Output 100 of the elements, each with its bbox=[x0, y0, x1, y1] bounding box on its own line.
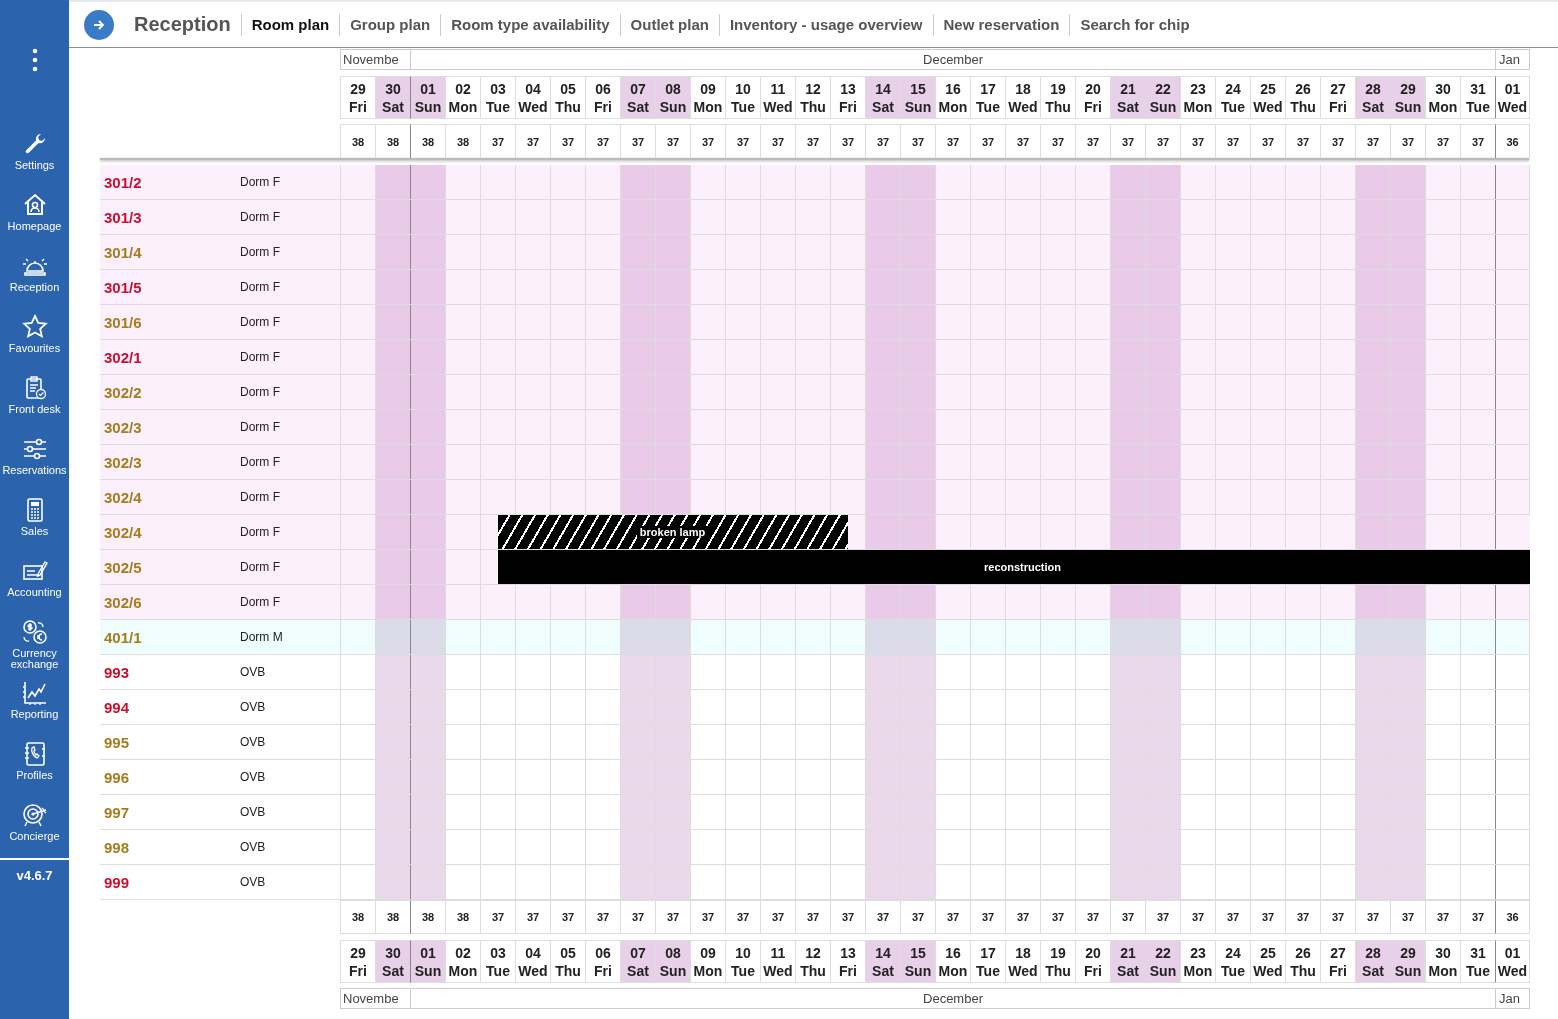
room-type: OVB bbox=[240, 735, 266, 749]
menu-icon[interactable] bbox=[31, 48, 38, 72]
sidebar-item[interactable]: Sales bbox=[1, 526, 68, 537]
sidebar-item[interactable]: Favourites bbox=[1, 343, 68, 354]
sidebar-item[interactable]: Settings bbox=[1, 160, 68, 171]
sidebar-item[interactable]: Reporting bbox=[1, 709, 68, 720]
day-header: 21 Sat bbox=[1110, 76, 1145, 119]
day-header: 15 Sun bbox=[900, 76, 935, 119]
room-number[interactable]: 302/3 bbox=[100, 453, 240, 471]
day-header: 17 Tue bbox=[970, 940, 1005, 983]
chart-icon[interactable] bbox=[20, 679, 49, 707]
room-type: Dorm F bbox=[240, 420, 280, 434]
day-header: 23 Mon bbox=[1180, 940, 1215, 983]
day-header: 11 Wed bbox=[760, 76, 795, 119]
availability-count: 37 bbox=[1075, 900, 1110, 934]
availability-count: 37 bbox=[795, 900, 830, 934]
nav-tab[interactable]: Search for chip bbox=[1070, 16, 1200, 33]
sidebar-item[interactable]: Currency exchange bbox=[1, 648, 68, 670]
availability-count: 38 bbox=[445, 900, 480, 934]
nav-tab[interactable]: Outlet plan bbox=[620, 16, 719, 33]
sidebar-item[interactable]: Profiles bbox=[1, 770, 68, 781]
room-number[interactable]: 997 bbox=[100, 803, 240, 821]
room-number[interactable]: 301/3 bbox=[100, 208, 240, 226]
sidebar-item[interactable]: Front desk bbox=[1, 404, 68, 415]
day-header: 02 Mon bbox=[445, 940, 480, 983]
sidebar-item[interactable]: Reservations bbox=[1, 465, 68, 476]
room-type: OVB bbox=[240, 875, 266, 889]
availability-count: 38 bbox=[340, 900, 375, 934]
nav-tab[interactable]: Room plan bbox=[241, 16, 340, 33]
target-icon[interactable] bbox=[20, 801, 49, 829]
room-number[interactable]: 302/4 bbox=[100, 523, 240, 541]
nav-tab[interactable]: Room type availability bbox=[441, 16, 620, 33]
star-icon[interactable] bbox=[20, 313, 49, 341]
sidebar-item[interactable]: Homepage bbox=[1, 221, 68, 232]
room-type: OVB bbox=[240, 665, 266, 679]
room-number[interactable]: 302/1 bbox=[100, 348, 240, 366]
day-header: 15 Sun bbox=[900, 940, 935, 983]
version-label: v4.6.7 bbox=[16, 868, 53, 883]
day-header: 11 Wed bbox=[760, 940, 795, 983]
day-header: 05 Thu bbox=[550, 76, 585, 119]
day-header: 18 Wed bbox=[1005, 76, 1040, 119]
month-header: Jan bbox=[1495, 988, 1530, 1009]
room-type: Dorm F bbox=[240, 385, 280, 399]
availability-count: 37 bbox=[585, 900, 620, 934]
room-type: Dorm F bbox=[240, 490, 280, 504]
sidebar-item[interactable]: Reception bbox=[1, 282, 68, 293]
nav-tab[interactable]: Group plan bbox=[340, 16, 441, 33]
availability-count: 37 bbox=[1460, 900, 1495, 934]
sidebar-item[interactable]: Concierge bbox=[1, 831, 68, 842]
day-header: 16 Mon bbox=[935, 76, 970, 119]
day-header: 02 Mon bbox=[445, 76, 480, 119]
availability-count: 37 bbox=[1215, 900, 1250, 934]
room-type: Dorm F bbox=[240, 245, 280, 259]
room-number[interactable]: 302/3 bbox=[100, 418, 240, 436]
back-button[interactable] bbox=[84, 9, 114, 40]
room-number[interactable]: 302/2 bbox=[100, 383, 240, 401]
room-number[interactable]: 302/4 bbox=[100, 488, 240, 506]
day-header: 20 Fri bbox=[1075, 940, 1110, 983]
room-type: Dorm F bbox=[240, 560, 280, 574]
room-number[interactable]: 301/2 bbox=[100, 173, 240, 191]
day-header: 19 Thu bbox=[1040, 940, 1075, 983]
day-header: 07 Sat bbox=[620, 76, 655, 119]
day-header: 03 Tue bbox=[480, 940, 515, 983]
room-type: Dorm F bbox=[240, 210, 280, 224]
room-type: Dorm M bbox=[240, 630, 283, 644]
day-header: 26 Thu bbox=[1285, 76, 1320, 119]
day-header: 09 Mon bbox=[690, 76, 725, 119]
room-number[interactable]: 302/5 bbox=[100, 558, 240, 576]
nav-tab[interactable]: Inventory - usage overview bbox=[719, 16, 933, 33]
room-number[interactable]: 998 bbox=[100, 838, 240, 856]
blocked-bar[interactable]: reconstruction bbox=[497, 550, 1530, 584]
room-type: Dorm F bbox=[240, 525, 280, 539]
room-number[interactable]: 995 bbox=[100, 733, 240, 751]
availability-count: 37 bbox=[1250, 900, 1285, 934]
day-header: 12 Thu bbox=[795, 940, 830, 983]
room-number[interactable]: 301/6 bbox=[100, 313, 240, 331]
day-header: 14 Sat bbox=[865, 940, 900, 983]
day-header: 28 Sat bbox=[1355, 76, 1390, 119]
room-number[interactable]: 301/5 bbox=[100, 278, 240, 296]
room-number[interactable]: 999 bbox=[100, 873, 240, 891]
room-number[interactable]: 996 bbox=[100, 768, 240, 786]
room-number[interactable]: 401/1 bbox=[100, 628, 240, 646]
day-header: 22 Sun bbox=[1145, 76, 1180, 119]
page-title: Reception bbox=[134, 13, 231, 36]
day-header: 18 Wed bbox=[1005, 940, 1040, 983]
room-number[interactable]: 302/6 bbox=[100, 593, 240, 611]
month-header: December bbox=[410, 988, 1495, 1009]
room-number[interactable]: 994 bbox=[100, 698, 240, 716]
room-type: Dorm F bbox=[240, 350, 280, 364]
nav-tab[interactable]: New reservation bbox=[933, 16, 1070, 33]
day-header: 16 Mon bbox=[935, 940, 970, 983]
currency-icon[interactable] bbox=[20, 618, 49, 646]
room-type: Dorm F bbox=[240, 280, 280, 294]
day-header: 06 Fri bbox=[585, 940, 620, 983]
out-of-order-bar[interactable]: broken lamp bbox=[497, 515, 848, 549]
room-number[interactable]: 301/4 bbox=[100, 243, 240, 261]
availability-count: 37 bbox=[1110, 900, 1145, 934]
room-number[interactable]: 993 bbox=[100, 663, 240, 681]
day-header: 01 Wed bbox=[1495, 76, 1530, 119]
sidebar-item[interactable]: Accounting bbox=[1, 587, 68, 598]
